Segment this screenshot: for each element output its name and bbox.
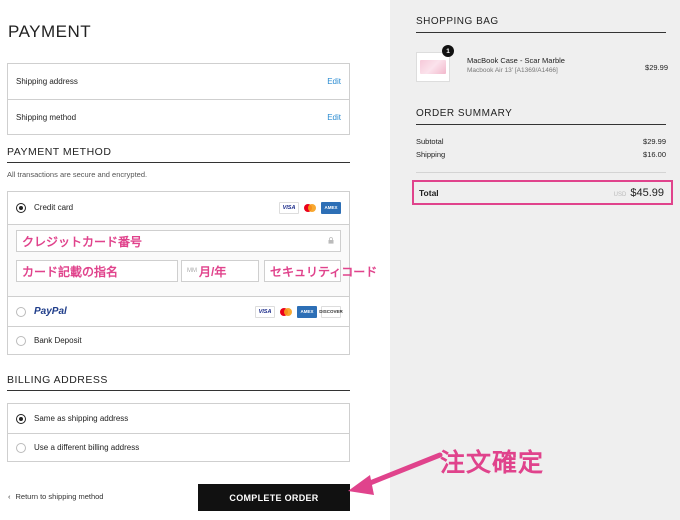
edit-shipping-address-link[interactable]: Edit xyxy=(327,77,341,86)
visa-icon: VISA xyxy=(279,201,299,214)
billing-address-heading: BILLING ADDRESS xyxy=(7,374,350,391)
card-number-field[interactable]: クレジットカード番号 xyxy=(16,230,341,252)
payment-method-heading: PAYMENT METHOD xyxy=(7,146,350,163)
mastercard-icon xyxy=(279,305,293,318)
complete-order-annotation: 注文確定 xyxy=(440,449,545,477)
return-link-label: Return to shipping method xyxy=(15,492,104,501)
same-address-radio[interactable] xyxy=(16,413,26,424)
order-summary-panel: SHOPPING BAG 1 MacBook Case - Scar Marbl… xyxy=(390,0,680,520)
return-to-shipping-link[interactable]: ‹ Return to shipping method xyxy=(8,492,103,501)
total-currency: USD xyxy=(613,191,627,198)
edit-shipping-method-link[interactable]: Edit xyxy=(327,113,341,122)
different-address-label: Use a different billing address xyxy=(34,443,140,452)
total-value-group: USD $45.99 xyxy=(614,187,664,199)
chevron-left-icon: ‹ xyxy=(8,492,11,501)
shipping-method-row: Shipping method Edit xyxy=(8,99,349,134)
billing-options-box: Same as shipping address Use a different… xyxy=(7,403,350,462)
visa-icon: VISA xyxy=(255,305,275,318)
total-row: Total USD $45.99 xyxy=(412,180,673,205)
lock-icon xyxy=(328,237,334,244)
expiry-placeholder: MM xyxy=(187,268,197,274)
quantity-badge: 1 xyxy=(442,45,454,57)
subtotal-value: $29.99 xyxy=(643,137,666,146)
credit-card-label: Credit card xyxy=(34,203,74,212)
paypal-option[interactable]: PayPal VISA AMEX DISCOVER xyxy=(8,297,349,326)
item-name: MacBook Case - Scar Marble xyxy=(467,56,565,65)
summary-divider xyxy=(416,172,666,173)
different-address-radio[interactable] xyxy=(16,442,26,453)
secure-note: All transactions are secure and encrypte… xyxy=(7,170,148,179)
bank-deposit-radio[interactable] xyxy=(16,335,26,346)
marble-case-image xyxy=(420,60,446,74)
bank-deposit-label: Bank Deposit xyxy=(34,336,82,345)
shipping-address-label: Shipping address xyxy=(16,77,78,86)
security-code-field[interactable]: セキュリティコード xyxy=(264,260,377,282)
card-name-field[interactable]: カード記載の指名 xyxy=(16,260,178,282)
shipping-value: $16.00 xyxy=(643,150,666,159)
shipping-address-row: Shipping address Edit xyxy=(8,64,349,99)
different-address-option[interactable]: Use a different billing address xyxy=(8,433,349,461)
expiry-annotation: 月/年 xyxy=(199,264,227,279)
total-label: Total xyxy=(419,187,439,198)
annotation-arrow-icon xyxy=(348,452,443,495)
card-name-annotation: カード記載の指名 xyxy=(22,264,119,279)
amex-icon: AMEX xyxy=(297,305,317,318)
same-address-option[interactable]: Same as shipping address xyxy=(8,404,349,433)
subtotal-row: Subtotal $29.99 xyxy=(416,137,666,146)
shopping-bag-heading: SHOPPING BAG xyxy=(416,16,666,33)
bank-deposit-option[interactable]: Bank Deposit xyxy=(8,326,349,354)
total-amount: $45.99 xyxy=(630,186,664,199)
amex-icon: AMEX xyxy=(321,201,341,214)
alt-payment-box: PayPal VISA AMEX DISCOVER Bank Deposit xyxy=(7,296,350,355)
paypal-logo: PayPal xyxy=(34,306,67,317)
same-address-label: Same as shipping address xyxy=(34,414,129,423)
discover-icon: DISCOVER xyxy=(319,305,343,318)
shipping-method-label: Shipping method xyxy=(16,112,77,122)
credit-card-radio[interactable] xyxy=(16,202,26,213)
paypal-brand-icons: VISA AMEX DISCOVER xyxy=(255,305,343,318)
credit-card-row: Credit card VISA AMEX xyxy=(8,192,349,223)
credit-card-option[interactable]: Credit card VISA AMEX xyxy=(7,191,350,224)
shipping-label: Shipping xyxy=(416,150,446,159)
page-title: PAYMENT xyxy=(8,22,92,41)
complete-order-button[interactable]: COMPLETE ORDER xyxy=(198,484,350,511)
paypal-radio[interactable] xyxy=(16,306,26,317)
order-summary-heading: ORDER SUMMARY xyxy=(416,108,666,125)
card-brand-icons: VISA AMEX xyxy=(279,201,341,214)
expiry-field[interactable]: MM 月/年 xyxy=(181,260,259,282)
shipping-summary-box: Shipping address Edit Shipping method Ed… xyxy=(7,63,350,135)
card-fields-area: クレジットカード番号 カード記載の指名 MM 月/年 セキュリティコード xyxy=(7,224,377,296)
mastercard-icon xyxy=(303,201,317,214)
checkout-form-panel: PAYMENT Shipping address Edit Shipping m… xyxy=(0,0,390,520)
item-variant: Macbook Air 13' [A1369/A1466] xyxy=(467,67,558,74)
card-number-annotation: クレジットカード番号 xyxy=(22,234,143,249)
security-code-annotation: セキュリティコード xyxy=(270,264,378,279)
shipping-row: Shipping $16.00 xyxy=(416,150,666,159)
item-price: $29.99 xyxy=(645,63,668,72)
subtotal-label: Subtotal xyxy=(416,137,444,146)
